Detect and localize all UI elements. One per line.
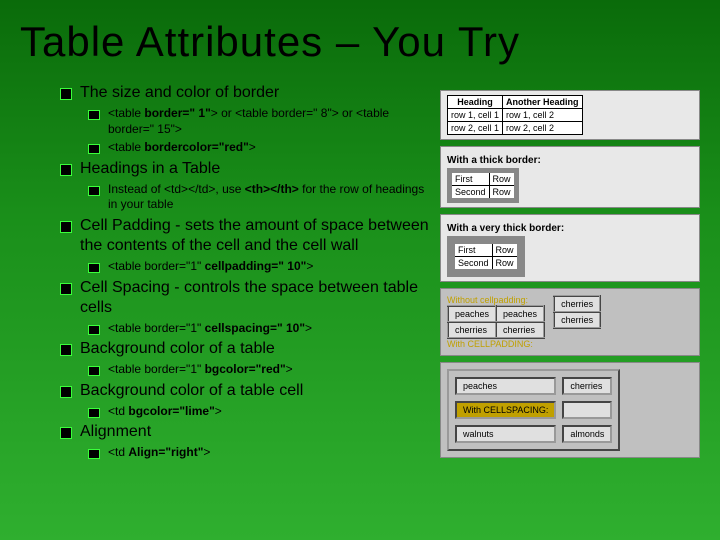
bullet-headings: Headings in a Table (80, 159, 220, 179)
fig-cellspacing: peachescherries With CELLSPACING: walnut… (440, 362, 700, 458)
bullet-cellspacing: Cell Spacing - controls the space betwee… (80, 278, 430, 318)
fig-very-thick-border: With a very thick border: FirstRow Secon… (440, 214, 700, 282)
example-figures: HeadingAnother Heading row 1, cell 1row … (440, 90, 700, 464)
bullet-list: The size and color of border <table bord… (60, 80, 430, 464)
fig-table-headings: HeadingAnother Heading row 1, cell 1row … (440, 90, 700, 140)
bullet-bgcolor-cell: Background color of a table cell (80, 381, 303, 401)
slide-title: Table Attributes – You Try (0, 0, 720, 76)
bullet-bgcolor-table: Background color of a table (80, 339, 275, 359)
code-cellspacing: <table border="1" cellspacing=" 10"> (108, 321, 312, 337)
bullet-alignment: Alignment (80, 422, 151, 442)
code-align: <td Align="right"> (108, 445, 210, 461)
bullet-cellpadding: Cell Padding - sets the amount of space … (80, 216, 430, 256)
code-bgcolor-table: <table border="1" bgcolor="red"> (108, 362, 293, 378)
text-th-instead-td: Instead of <td></td>, use <th></th> for … (108, 182, 430, 213)
fig-thick-border: With a thick border: FirstRow SecondRow (440, 146, 700, 208)
code-cellpadding: <table border="1" cellpadding=" 10"> (108, 259, 313, 275)
fig-cellpadding: Without cellpadding: peachespeaches cher… (440, 288, 700, 356)
code-bgcolor-cell: <td bgcolor="lime"> (108, 404, 222, 420)
code-border-sizes: <table border=" 1"> or <table border=" 8… (108, 106, 430, 137)
bullet-border-size-color: The size and color of border (80, 83, 279, 103)
code-bordercolor: <table bordercolor="red"> (108, 140, 256, 156)
